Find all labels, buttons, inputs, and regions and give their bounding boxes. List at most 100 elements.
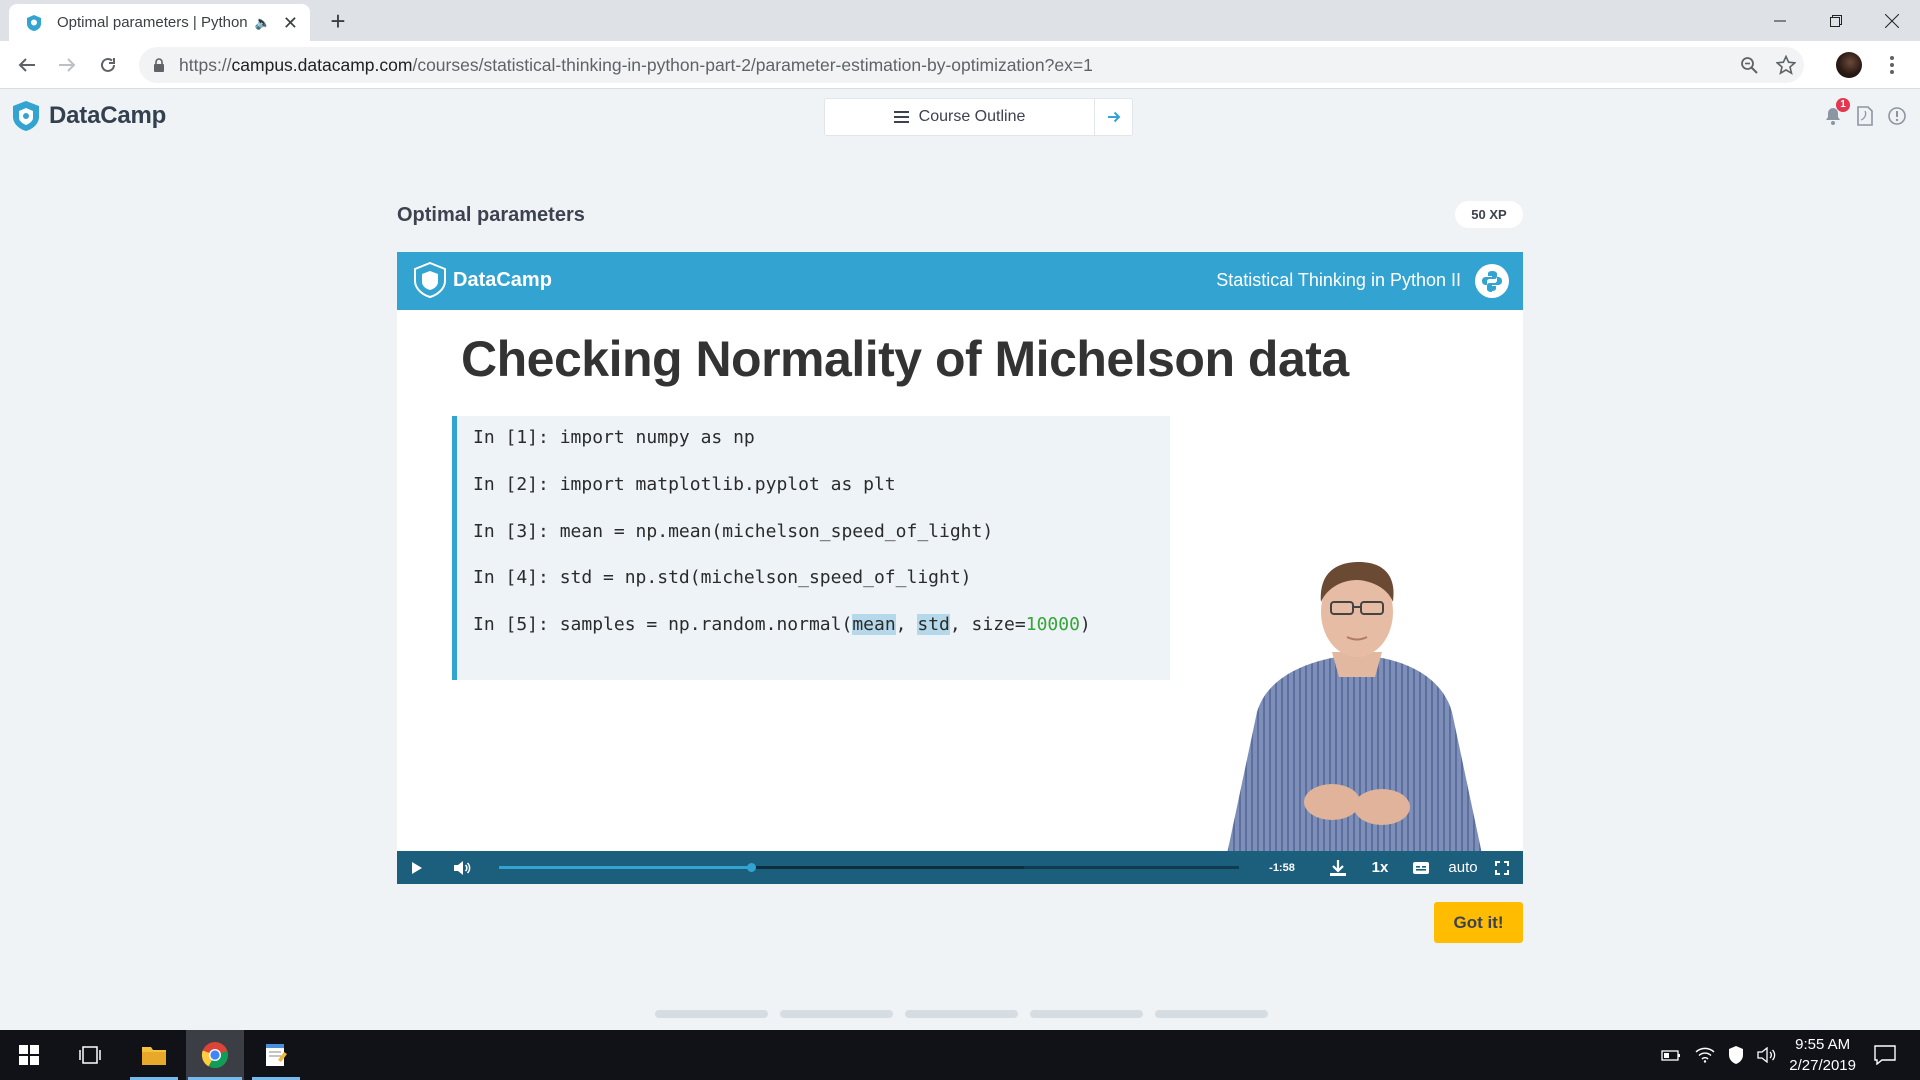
volume-button[interactable] (449, 851, 475, 884)
notepad-icon (266, 1044, 287, 1066)
windows-taskbar: 9:55 AM 2/27/2019 (0, 1030, 1920, 1080)
code-line: In [4]: std = np.std(michelson_speed_of_… (473, 566, 972, 590)
progress-bar[interactable] (499, 863, 1239, 872)
notifications-button[interactable]: 1 (1822, 98, 1850, 127)
profile-avatar[interactable] (1836, 52, 1862, 78)
battery-icon[interactable] (1661, 1048, 1681, 1062)
datacamp-header: DataCamp Course Outline 1 (0, 89, 1920, 144)
slide-title: Checking Normality of Michelson data (461, 331, 1349, 387)
back-button[interactable] (13, 51, 41, 79)
slide-brand: DataCamp (453, 268, 552, 291)
tab-title: Optimal parameters | Python (57, 14, 247, 31)
tab-close-icon[interactable]: ✕ (283, 14, 298, 32)
presenter-video-image (1227, 562, 1482, 854)
datacamp-logo[interactable]: DataCamp (11, 100, 166, 132)
minimize-button[interactable] (1752, 0, 1808, 41)
captions-icon (1413, 861, 1429, 874)
video-player[interactable]: DataCamp Statistical Thinking in Python … (397, 252, 1523, 884)
windows-logo-icon (19, 1045, 39, 1065)
code-text: , size= (949, 614, 1026, 635)
slide-course-name: Statistical Thinking in Python II (1216, 270, 1461, 290)
datacamp-favicon-icon (27, 14, 41, 31)
code-prompt: In [3]: (473, 521, 560, 542)
editor-taskbar-button[interactable] (250, 1030, 302, 1080)
toolbar-right (1836, 41, 1920, 89)
browser-tabstrip: Optimal parameters | Python 🔈 ✕ + (0, 0, 1920, 41)
code-prompt: In [1]: (473, 427, 560, 448)
browser-menu-icon[interactable] (1880, 53, 1904, 77)
action-center-icon[interactable] (1874, 1045, 1896, 1065)
tab-audio-icon[interactable]: 🔈 (255, 15, 271, 31)
task-view-button[interactable] (66, 1030, 114, 1080)
file-explorer-taskbar-button[interactable] (128, 1030, 180, 1080)
course-outline-control: Course Outline (824, 98, 1133, 136)
pager-step[interactable] (655, 1010, 768, 1018)
play-icon (412, 861, 422, 874)
course-outline-button[interactable]: Course Outline (825, 99, 1094, 135)
code-text: import matplotlib.pyplot as plt (559, 474, 896, 495)
report-issue-button[interactable] (1886, 105, 1908, 127)
system-clock[interactable]: 9:55 AM 2/27/2019 (1789, 1034, 1856, 1076)
quality-button[interactable]: auto (1441, 851, 1485, 884)
wifi-icon[interactable] (1695, 1047, 1715, 1063)
address-bar[interactable]: https://campus.datacamp.com/courses/stat… (139, 47, 1804, 83)
start-button[interactable] (0, 1030, 58, 1080)
zoom-icon[interactable] (1740, 56, 1758, 74)
code-text: ) (1079, 614, 1091, 635)
brand-name: DataCamp (49, 102, 167, 129)
datacamp-logo-icon (13, 101, 39, 131)
next-exercise-button[interactable] (1094, 99, 1132, 135)
forward-button[interactable] (53, 51, 81, 79)
download-button[interactable] (1325, 851, 1351, 884)
close-window-button[interactable] (1864, 0, 1920, 41)
slide-logo: DataCamp (413, 262, 552, 298)
security-shield-icon[interactable] (1727, 1045, 1745, 1065)
back-arrow-icon (18, 58, 35, 72)
chrome-icon (201, 1042, 228, 1069)
code-text: import numpy as np (559, 427, 755, 448)
pager-step[interactable] (1155, 1010, 1268, 1018)
pager-step[interactable] (1030, 1010, 1143, 1018)
time-remaining: -1:58 (1269, 861, 1295, 874)
code-prompt: In [5]: (473, 614, 560, 635)
code-text: mean = np.mean(michelson_speed_of_light) (559, 521, 994, 542)
clock-time: 9:55 AM (1795, 1036, 1851, 1053)
course-outline-label: Course Outline (918, 108, 1026, 125)
got-it-button[interactable]: Got it! (1434, 902, 1523, 943)
speaker-icon[interactable] (1757, 1047, 1777, 1063)
code-line: In [2]: import matplotlib.pyplot as plt (473, 473, 896, 497)
code-text: samples = np.random.normal( (559, 614, 853, 635)
url-text: https://campus.datacamp.com/courses/stat… (179, 55, 1093, 76)
folder-icon (142, 1047, 166, 1065)
fullscreen-button[interactable] (1489, 851, 1515, 884)
slides-pdf-button[interactable] (1854, 105, 1876, 127)
restore-button[interactable] (1808, 0, 1864, 41)
code-block: In [1]: import numpy as np In [2]: impor… (452, 416, 1170, 680)
omnibox-actions (1740, 47, 1796, 83)
playback-speed-button[interactable]: 1x (1359, 851, 1401, 884)
minimize-icon (1774, 20, 1786, 21)
progress-handle[interactable] (746, 863, 756, 872)
system-tray: 9:55 AM 2/27/2019 (1661, 1030, 1920, 1080)
url-path: /courses/statistical-thinking-in-python-… (412, 54, 1093, 75)
captions-button[interactable] (1409, 851, 1433, 884)
notification-badge: 1 (1836, 98, 1850, 112)
pager-step[interactable] (905, 1010, 1018, 1018)
play-button[interactable] (405, 851, 429, 884)
browser-tab[interactable]: Optimal parameters | Python 🔈 ✕ (9, 4, 310, 41)
code-prompt: In [2]: (473, 474, 560, 495)
header-icons: 1 (1822, 98, 1908, 127)
new-tab-button[interactable]: + (324, 8, 352, 36)
volume-icon (454, 860, 471, 875)
info-circle-icon (1888, 107, 1906, 125)
code-highlight: std (917, 614, 950, 635)
window-controls (1752, 0, 1920, 41)
bookmark-star-icon[interactable] (1776, 55, 1796, 75)
menu-icon (893, 111, 909, 123)
chrome-taskbar-button[interactable] (186, 1030, 244, 1080)
played-range (499, 866, 751, 869)
reload-icon (101, 57, 115, 72)
code-line: In [3]: mean = np.mean(michelson_speed_o… (473, 520, 993, 544)
pager-step[interactable] (780, 1010, 893, 1018)
reload-button[interactable] (94, 51, 122, 79)
